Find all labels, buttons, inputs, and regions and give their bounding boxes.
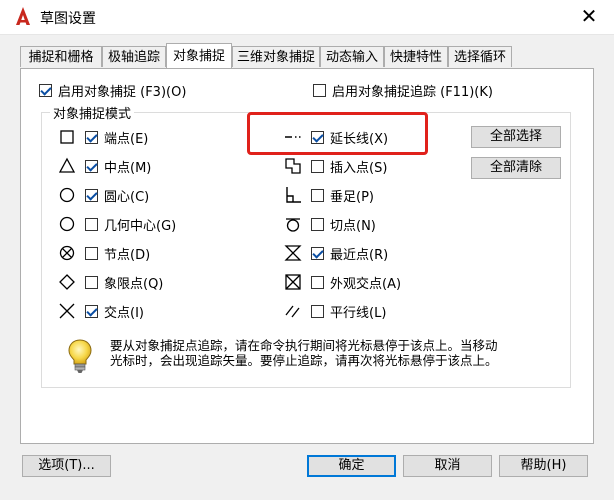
ok-button[interactable]: 确定 (307, 455, 396, 477)
autocad-logo-icon (16, 7, 30, 25)
mode-label: 外观交点(A) (330, 276, 402, 292)
checkbox-box[interactable] (85, 275, 98, 289)
tab-3d-object-snap[interactable]: 三维对象捕捉 (232, 46, 320, 67)
mode-midpoint[interactable]: 中点(M) (57, 156, 151, 176)
node-icon (59, 245, 75, 261)
checkbox-box[interactable] (85, 246, 98, 260)
tip-text: 要从对象捕捉点追踪，请在命令执行期间将光标悬停于该点上。当移动 光标时，会出现追… (110, 338, 560, 368)
insertion-icon (285, 158, 301, 174)
mode-label: 最近点(R) (330, 247, 389, 263)
mode-parallel[interactable]: 平行线(L) (283, 301, 386, 321)
mode-label: 插入点(S) (330, 160, 388, 176)
checkbox-box[interactable] (311, 188, 324, 202)
mode-label: 交点(I) (104, 305, 144, 321)
mode-label: 切点(N) (330, 218, 376, 234)
boxed-x-icon (285, 274, 301, 290)
mode-intersection[interactable]: 交点(I) (57, 301, 144, 321)
mode-nearest[interactable]: 最近点(R) (283, 243, 388, 263)
hourglass-icon (284, 245, 302, 261)
mode-node[interactable]: 节点(D) (57, 243, 150, 263)
checkbox-box[interactable] (85, 188, 98, 202)
enable-osnap-label: 启用对象捕捉 (F3)(O) (58, 85, 187, 100)
checkbox-box[interactable] (311, 275, 324, 289)
tip-line-2: 光标时，会出现追踪矢量。要停止追踪，请再次将光标悬停于该点上。 (110, 353, 498, 368)
mode-geometric-center[interactable]: 几何中心(G) (57, 214, 176, 234)
group-label: 对象捕捉模式 (50, 103, 135, 122)
checkbox-box[interactable] (311, 246, 324, 260)
mode-perpendicular[interactable]: 垂足(P) (283, 185, 374, 205)
tab-selection-cycling[interactable]: 选择循环 (448, 46, 512, 67)
checkbox-box[interactable] (311, 217, 324, 231)
enable-osnap-checkbox[interactable]: 启用对象捕捉 (F3)(O) (39, 81, 186, 100)
mode-label: 平行线(L) (330, 305, 387, 321)
checkbox-box[interactable] (39, 84, 52, 97)
mode-tangent[interactable]: 切点(N) (283, 214, 376, 234)
tangent-icon (286, 218, 300, 232)
checkbox-box[interactable] (311, 159, 324, 173)
window-title: 草图设置 (40, 11, 96, 27)
mode-label: 几何中心(G) (104, 218, 177, 234)
mode-quadrant[interactable]: 象限点(Q) (57, 272, 163, 292)
clear-all-button[interactable]: 全部清除 (471, 157, 561, 179)
triangle-icon (58, 157, 76, 173)
diamond-icon (59, 274, 75, 290)
tab-quick-properties[interactable]: 快捷特性 (384, 46, 448, 67)
mode-endpoint[interactable]: 端点(E) (57, 127, 148, 147)
checkbox-box[interactable] (85, 130, 98, 144)
checkbox-box[interactable] (311, 304, 324, 318)
cancel-button[interactable]: 取消 (403, 455, 492, 477)
mode-apparent-intersection[interactable]: 外观交点(A) (283, 272, 401, 292)
mode-label: 中点(M) (104, 160, 152, 176)
square-icon (60, 130, 74, 144)
mode-label: 圆心(C) (104, 189, 150, 205)
tab-dynamic-input[interactable]: 动态输入 (320, 46, 384, 67)
title-bar: 草图设置 ✕ (0, 0, 614, 35)
x-icon (59, 303, 75, 319)
parallel-icon (285, 305, 300, 318)
select-all-button[interactable]: 全部选择 (471, 126, 561, 148)
help-button[interactable]: 帮助(H) (499, 455, 588, 477)
mode-label: 端点(E) (104, 131, 149, 147)
checkbox-box[interactable] (85, 304, 98, 318)
mode-label: 节点(D) (104, 247, 151, 263)
tab-polar-tracking[interactable]: 极轴追踪 (102, 46, 166, 67)
circle-icon (59, 216, 75, 232)
close-button[interactable]: ✕ (576, 3, 602, 29)
checkbox-box[interactable] (85, 217, 98, 231)
checkbox-box[interactable] (313, 84, 326, 97)
lightbulb-icon (68, 339, 92, 373)
mode-label: 垂足(P) (330, 189, 374, 205)
enable-tracking-label: 启用对象捕捉追踪 (F11)(K) (332, 85, 493, 100)
tab-object-snap[interactable]: 对象捕捉 (166, 43, 232, 68)
checkbox-box[interactable] (85, 159, 98, 173)
circle-icon (59, 187, 75, 203)
mode-insertion[interactable]: 插入点(S) (283, 156, 387, 176)
options-button[interactable]: 选项(T)... (22, 455, 111, 477)
mode-label: 象限点(Q) (104, 276, 164, 292)
perpendicular-icon (286, 187, 301, 203)
annotation-highlight (247, 112, 428, 155)
mode-center[interactable]: 圆心(C) (57, 185, 149, 205)
tip-line-1: 要从对象捕捉点追踪，请在命令执行期间将光标悬停于该点上。当移动 (110, 338, 498, 353)
tab-snap-grid[interactable]: 捕捉和栅格 (20, 46, 102, 67)
enable-tracking-checkbox[interactable]: 启用对象捕捉追踪 (F11)(K) (313, 81, 493, 100)
